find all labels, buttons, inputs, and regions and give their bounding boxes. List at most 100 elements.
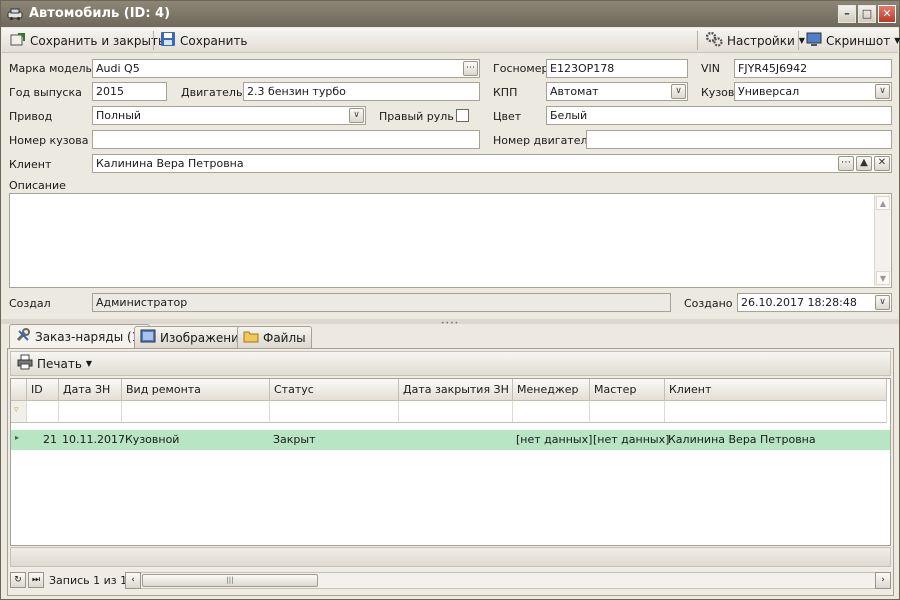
grid-hscrollbar[interactable]: ‹ ||| › (125, 572, 891, 589)
scroll-up-icon[interactable]: ▲ (876, 196, 890, 210)
engine-field[interactable]: 2.3 бензин турбо (243, 82, 480, 101)
drive-value: Полный (96, 109, 142, 122)
save-button[interactable]: Сохранить (156, 31, 252, 50)
image-icon (140, 329, 156, 346)
close-window-button[interactable]: ✕ (878, 5, 896, 23)
grid-toolbar: Печать ▼ (10, 351, 891, 376)
description-textarea[interactable]: ▲ ▼ (9, 193, 892, 288)
orders-panel: Печать ▼ ID Дата ЗН Вид ремонта Статус Д… (7, 348, 894, 596)
table-row[interactable]: ▸ 21 10.11.2017 Кузовной Закрыт [нет дан… (11, 430, 890, 450)
filter-cell[interactable] (665, 401, 887, 423)
cell-client: Калинина Вера Петровна (668, 433, 816, 446)
maximize-button[interactable]: □ (858, 5, 876, 23)
tab-orders-label: Заказ-наряды (1) (35, 329, 144, 344)
rhd-checkbox[interactable] (456, 109, 469, 122)
caret-down-icon: ▼ (894, 36, 900, 45)
scroll-left-icon[interactable]: ‹ (125, 572, 141, 589)
created-at-value: 26.10.2017 18:28:48 (741, 296, 857, 309)
tab-images-label: Изображения (160, 330, 247, 345)
refresh-icon[interactable]: ↻ (10, 572, 26, 588)
filter-cell[interactable] (59, 401, 122, 423)
body-number-field[interactable] (92, 130, 480, 149)
column-header-repair[interactable]: Вид ремонта (122, 379, 270, 401)
description-scrollbar[interactable]: ▲ ▼ (874, 195, 890, 286)
plate-field[interactable]: Е123ОР178 (546, 59, 688, 78)
column-header-label: Статус (274, 383, 314, 396)
column-header-id[interactable]: ID (27, 379, 59, 401)
wrench-icon (15, 327, 31, 346)
chevron-down-icon[interactable]: ∨ (875, 84, 890, 99)
screenshot-label: Скриншот (826, 33, 891, 48)
created-by-label: Создал (9, 297, 51, 310)
filter-cell[interactable] (590, 401, 665, 423)
folder-icon (243, 329, 259, 346)
filter-cell[interactable] (399, 401, 513, 423)
year-field[interactable]: 2015 (92, 82, 167, 101)
column-header-label: Менеджер (517, 383, 579, 396)
chevron-down-icon[interactable]: ∨ (671, 84, 686, 99)
print-label: Печать (37, 356, 82, 371)
filter-icon[interactable]: ▿ (11, 401, 27, 423)
record-info: Запись 1 из 1 (49, 574, 128, 587)
column-header-status[interactable]: Статус (270, 379, 399, 401)
column-header-master[interactable]: Мастер (590, 379, 665, 401)
minimize-button[interactable]: – (838, 5, 856, 23)
monitor-icon (806, 31, 822, 50)
make-model-field[interactable]: Audi Q5 ⋯ (92, 59, 480, 78)
engine-number-field[interactable] (586, 130, 892, 149)
rhd-label: Правый руль (379, 110, 454, 123)
tab-files-label: Файлы (263, 330, 306, 345)
title-bar[interactable]: Автомобиль (ID: 4) – □ ✕ (1, 1, 899, 27)
chevron-down-icon[interactable]: ∨ (349, 108, 364, 123)
clear-x-icon[interactable]: ✕ (874, 156, 890, 171)
filter-cell[interactable] (122, 401, 270, 423)
gearbox-value: Автомат (550, 85, 599, 98)
scroll-right-icon[interactable]: › (875, 572, 891, 589)
scroll-down-icon[interactable]: ▼ (876, 271, 890, 285)
body-select[interactable]: Универсал ∨ (734, 82, 892, 101)
client-field[interactable]: Калинина Вера Петровна (92, 154, 892, 173)
tab-files[interactable]: Файлы (237, 326, 312, 348)
filter-cell[interactable] (270, 401, 399, 423)
window-title: Автомобиль (ID: 4) (29, 6, 171, 21)
color-field[interactable]: Белый (546, 106, 892, 125)
tab-orders[interactable]: Заказ-наряды (1) (9, 324, 150, 348)
year-label: Год выпуска (9, 86, 82, 99)
drive-select[interactable]: Полный ∨ (92, 106, 366, 125)
ellipsis-icon[interactable]: ⋯ (463, 61, 478, 76)
created-at-field[interactable]: 26.10.2017 18:28:48 ∨ (737, 293, 892, 312)
toolbar-separator (798, 31, 799, 50)
save-close-button[interactable]: Сохранить и закрыть (6, 31, 169, 50)
color-label: Цвет (493, 110, 522, 123)
ellipsis-icon[interactable]: ⋯ (838, 156, 854, 171)
last-record-icon[interactable]: ⏭ (28, 572, 44, 588)
settings-dropdown[interactable]: Настройки ▼ (701, 31, 809, 50)
tab-images[interactable]: Изображения (134, 326, 253, 348)
screenshot-dropdown[interactable]: Скриншот ▼ (802, 31, 900, 50)
scroll-thumb[interactable]: ||| (142, 574, 318, 587)
column-header-date[interactable]: Дата ЗН (59, 379, 122, 401)
cell-repair: Кузовной (125, 433, 180, 446)
cell-date: 10.11.2017 (62, 433, 125, 446)
gearbox-select[interactable]: Автомат ∨ (546, 82, 688, 101)
client-label: Клиент (9, 158, 52, 171)
floppy-icon (160, 31, 176, 50)
vin-field[interactable]: FJYR45J6942 (734, 59, 892, 78)
column-header-label: Дата ЗН (63, 383, 111, 396)
up-arrow-icon[interactable]: ▲ (856, 156, 872, 171)
save-close-label: Сохранить и закрыть (30, 33, 166, 48)
print-dropdown[interactable]: Печать ▼ (13, 354, 96, 373)
engine-label: Двигатель (181, 86, 243, 99)
column-header-manager[interactable]: Менеджер (513, 379, 590, 401)
filter-cell[interactable] (513, 401, 590, 423)
body-value: Универсал (738, 85, 800, 98)
column-header-client[interactable]: Клиент (665, 379, 887, 401)
color-value: Белый (550, 109, 588, 122)
column-header-label: Мастер (594, 383, 637, 396)
column-header-closed[interactable]: Дата закрытия ЗН (399, 379, 513, 401)
chevron-down-icon[interactable]: ∨ (875, 295, 890, 310)
filter-cell[interactable] (27, 401, 59, 423)
row-indicator-icon: ▸ (15, 433, 20, 442)
column-header-label: ID (31, 383, 43, 396)
vin-value: FJYR45J6942 (738, 62, 808, 75)
